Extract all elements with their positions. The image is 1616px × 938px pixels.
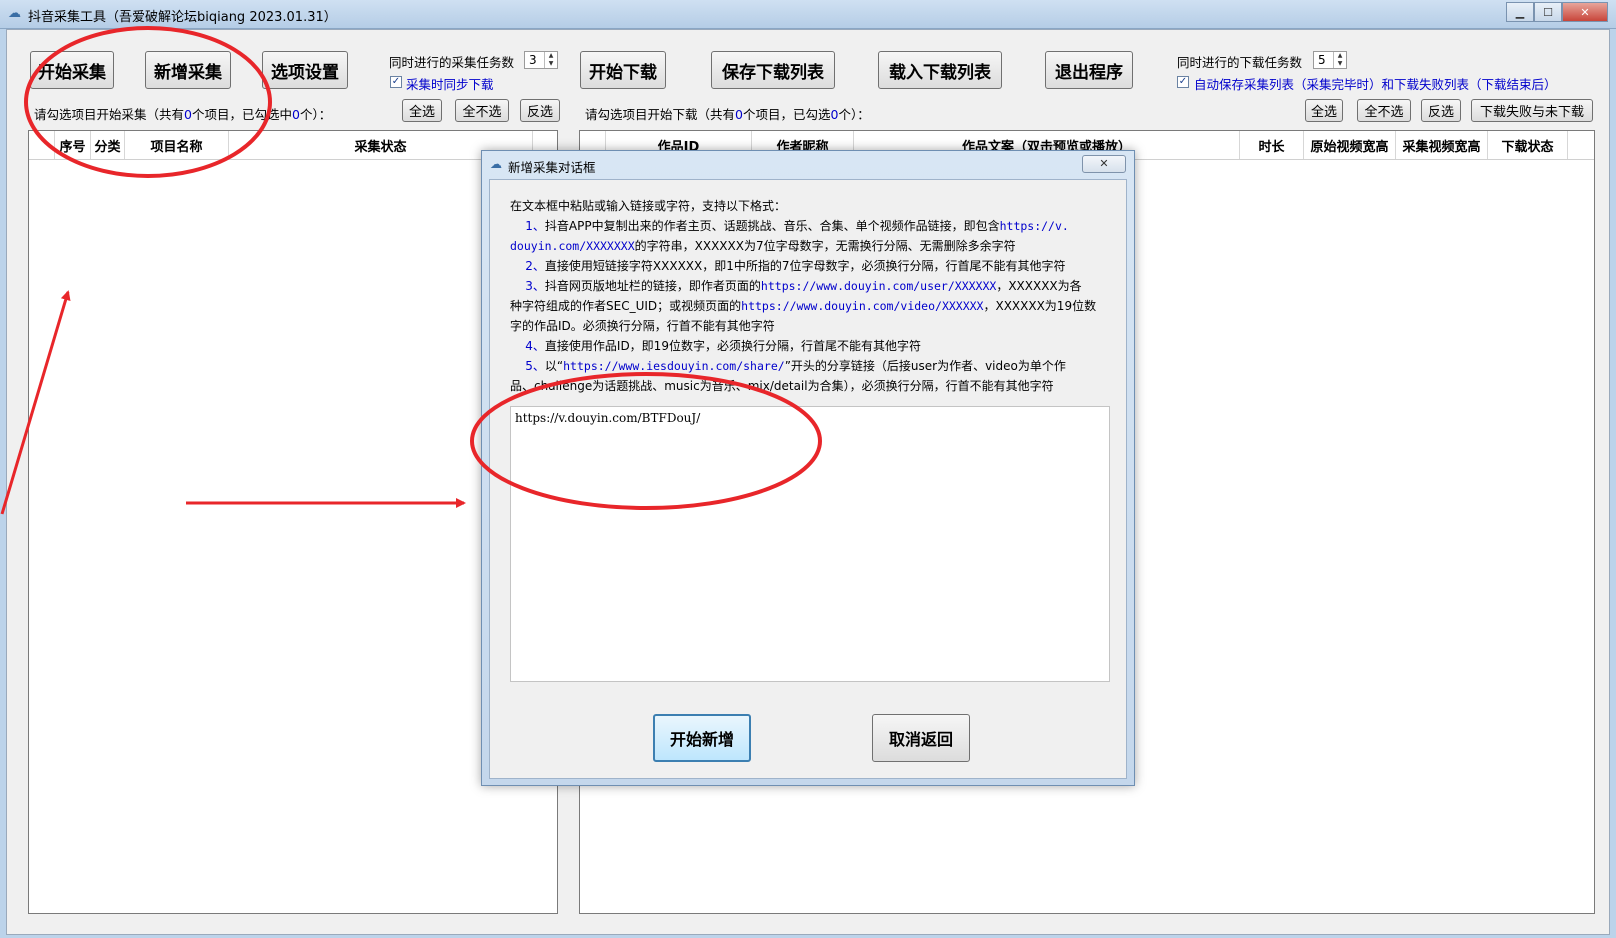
collect-status-mid: 个项目，已勾选中 <box>191 107 292 122</box>
column-header-original-size[interactable]: 原始视频宽高 <box>1304 131 1396 159</box>
download-concurrency-label: 同时进行的下载任务数 <box>1177 55 1303 70</box>
download-status-text: 请勾选项目开始下载（共有0个项目，已勾选0个）： <box>585 104 870 123</box>
instruction-text: 抖音APP中复制出来的作者主页、话题挑战、音乐、合集、单个视频作品链接，即包含 <box>544 219 1000 233</box>
window-title: 抖音采集工具（吾爱破解论坛biqiang 2023.01.31） <box>28 10 337 25</box>
instruction-line: 5、以“https://www.iesdouyin.com/share/”开头的… <box>510 356 1110 376</box>
title-bar: ☁ 抖音采集工具（吾爱破解论坛biqiang 2023.01.31） ▁ ☐ ✕ <box>0 0 1616 29</box>
column-header-category[interactable]: 分类 <box>91 131 125 159</box>
app-icon: ☁ <box>8 6 21 21</box>
url-text: https://www.douyin.com/user/XXXXXX <box>760 279 997 293</box>
collect-total-count: 0 <box>184 107 192 122</box>
collect-list[interactable]: 序号 分类 项目名称 采集状态 <box>28 130 558 914</box>
sync-download-checkbox[interactable]: ✓ <box>390 76 402 88</box>
item-number: 2、 <box>525 259 545 273</box>
collect-concurrency-label: 同时进行的采集任务数 <box>389 55 515 70</box>
item-number: 3、 <box>525 279 545 293</box>
download-failed-button[interactable]: 下载失败与未下载 <box>1471 99 1593 122</box>
link-input-textarea[interactable]: https://v.douyin.com/BTFDouJ/ <box>510 406 1110 682</box>
exit-program-button[interactable]: 退出程序 <box>1045 51 1133 89</box>
instruction-text: 以“ <box>544 359 564 373</box>
spinner-arrows-icon[interactable]: ▲ ▼ <box>544 52 557 68</box>
download-status-mid: 个项目，已勾选 <box>742 107 831 122</box>
column-header-project-name[interactable]: 项目名称 <box>125 131 229 159</box>
collect-status-prefix: 请勾选项目开始采集（共有 <box>34 107 185 122</box>
collect-list-header: 序号 分类 项目名称 采集状态 <box>29 131 557 160</box>
maximize-button[interactable]: ☐ <box>1534 2 1562 22</box>
collect-select-none-button[interactable]: 全不选 <box>455 99 509 122</box>
instruction-intro: 在文本框中粘贴或输入链接或字符，支持以下格式： <box>510 199 787 213</box>
column-header-index[interactable]: 序号 <box>55 131 91 159</box>
minimize-button[interactable]: ▁ <box>1506 2 1534 22</box>
start-download-button[interactable]: 开始下载 <box>580 51 666 89</box>
url-text: https://www.douyin.com/video/XXXXXX <box>741 299 984 313</box>
dialog-icon: ☁ <box>490 157 502 171</box>
collect-select-all-button[interactable]: 全选 <box>402 99 442 122</box>
start-collect-button[interactable]: 开始采集 <box>30 51 114 89</box>
instruction-line: 品、challenge为话题挑战、music为音乐、mix/detail为合集）… <box>510 379 1054 393</box>
download-invert-button[interactable]: 反选 <box>1421 99 1461 122</box>
instruction-text: ”开头的分享链接（后接user为作者、video为单个作 <box>784 359 1066 373</box>
download-select-none-button[interactable]: 全不选 <box>1357 99 1411 122</box>
close-button[interactable]: ✕ <box>1562 2 1608 22</box>
url-text: https://v. <box>999 219 1069 233</box>
instruction-text: 种字符组成的作者SEC_UID；或视频页面的 <box>510 299 742 313</box>
collect-status-text: 请勾选项目开始采集（共有0个项目，已勾选中0个）： <box>34 104 331 123</box>
item-number: 1、 <box>525 219 545 233</box>
autosave-checkbox[interactable]: ✓ <box>1177 76 1189 88</box>
download-concurrency-spinner[interactable]: 5 ▲ ▼ <box>1313 51 1347 69</box>
instruction-line: 字的作品ID。必须换行分隔，行首不能有其他字符 <box>510 319 775 333</box>
item-number: 5、 <box>525 359 545 373</box>
column-header-duration[interactable]: 时长 <box>1240 131 1304 159</box>
load-download-list-button[interactable]: 载入下载列表 <box>878 51 1002 89</box>
instruction-text: ，XXXXXX为19位数 <box>983 299 1097 313</box>
item-number: 4、 <box>525 339 545 353</box>
instruction-line: 3、抖音网页版地址栏的链接，即作者页面的https://www.douyin.c… <box>510 276 1110 296</box>
instruction-text: 直接使用作品ID，即19位数字，必须换行分隔，行首尾不能有其他字符 <box>544 339 921 353</box>
collect-checked-count: 0 <box>291 107 300 122</box>
instruction-line: douyin.com/XXXXXXX的字符串，XXXXXX为7位字母数字，无需换… <box>510 236 1110 256</box>
instruction-text: ，XXXXXX为各 <box>996 279 1082 293</box>
format-instructions: 在文本框中粘贴或输入链接或字符，支持以下格式： 1、抖音APP中复制出来的作者主… <box>510 196 1110 396</box>
url-text: https://www.iesdouyin.com/share/ <box>563 359 785 373</box>
instruction-text: 的字符串，XXXXXX为7位字母数字，无需换行分隔、无需删除多余字符 <box>634 239 1016 253</box>
column-header-download-status[interactable]: 下载状态 <box>1488 131 1568 159</box>
sync-download-label: 采集时同步下载 <box>406 77 494 92</box>
instruction-line: 2、直接使用短链接字符XXXXXX，即1中所指的7位字母数字，必须换行分隔，行首… <box>510 256 1110 276</box>
dialog-close-button[interactable]: ✕ <box>1082 155 1126 173</box>
instruction-line: 种字符组成的作者SEC_UID；或视频页面的https://www.douyin… <box>510 296 1110 316</box>
cancel-return-button[interactable]: 取消返回 <box>872 714 970 762</box>
add-collect-dialog: ☁ 新增采集对话框 ✕ 在文本框中粘贴或输入链接或字符，支持以下格式： 1、抖音… <box>481 150 1135 786</box>
instruction-line: 4、直接使用作品ID，即19位数字，必须换行分隔，行首尾不能有其他字符 <box>510 336 1110 356</box>
window-controls: ▁ ☐ ✕ <box>1506 2 1608 22</box>
collect-status-suffix: 个）： <box>299 107 332 122</box>
autosave-label: 自动保存采集列表（采集完毕时）和下载失败列表（下载结束后） <box>1194 77 1557 92</box>
collect-concurrency-spinner[interactable]: 3 ▲ ▼ <box>524 51 558 69</box>
dialog-title: 新增采集对话框 <box>508 160 596 175</box>
download-status-suffix: 个）： <box>838 107 870 122</box>
instruction-text: 抖音网页版地址栏的链接，即作者页面的 <box>544 279 761 293</box>
options-button[interactable]: 选项设置 <box>262 51 348 89</box>
url-text: douyin.com/XXXXXXX <box>510 239 635 253</box>
download-status-prefix: 请勾选项目开始下载（共有 <box>585 107 736 122</box>
download-total-count: 0 <box>735 107 743 122</box>
collect-invert-button[interactable]: 反选 <box>520 99 560 122</box>
confirm-add-button[interactable]: 开始新增 <box>653 714 751 762</box>
spinner-arrows-icon[interactable]: ▲ ▼ <box>1333 52 1346 68</box>
dialog-body: 在文本框中粘贴或输入链接或字符，支持以下格式： 1、抖音APP中复制出来的作者主… <box>489 179 1127 779</box>
download-select-all-button[interactable]: 全选 <box>1305 99 1343 122</box>
column-header-collected-size[interactable]: 采集视频宽高 <box>1396 131 1488 159</box>
save-download-list-button[interactable]: 保存下载列表 <box>711 51 835 89</box>
instruction-text: 直接使用短链接字符XXXXXX，即1中所指的7位字母数字，必须换行分隔，行首尾不… <box>544 259 1066 273</box>
instruction-line: 1、抖音APP中复制出来的作者主页、话题挑战、音乐、合集、单个视频作品链接，即包… <box>510 216 1110 236</box>
collect-checkbox-column[interactable] <box>29 131 55 159</box>
add-collect-button[interactable]: 新增采集 <box>145 51 231 89</box>
